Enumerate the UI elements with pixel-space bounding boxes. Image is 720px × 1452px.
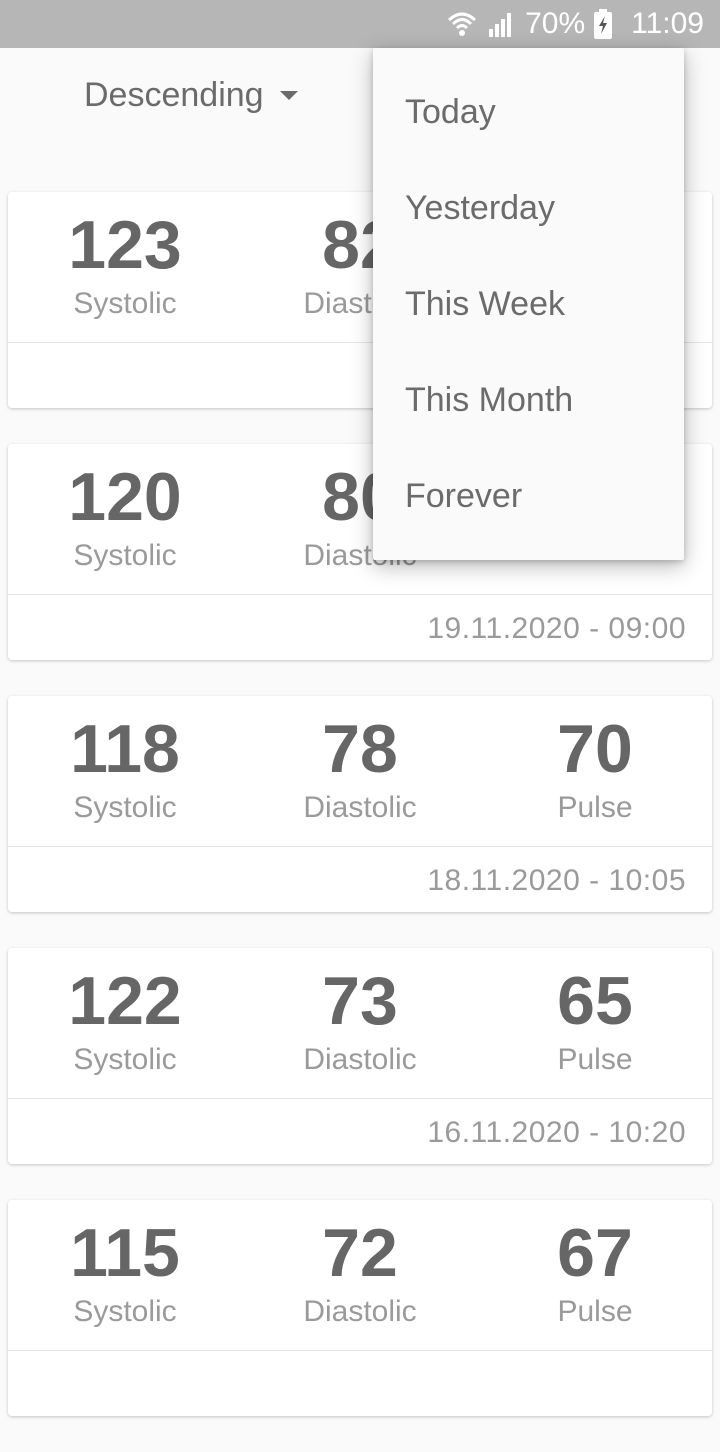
pulse-label: Pulse [557, 1295, 633, 1328]
systolic-label: Systolic [73, 791, 177, 824]
reading-date: 18.11.2020 - 10:05 [427, 864, 686, 897]
systolic-metric: 123 Systolic [8, 206, 245, 324]
systolic-metric: 120 Systolic [8, 458, 245, 576]
reading-metrics: 115 Systolic 72 Diastolic 67 Pulse [8, 1200, 712, 1351]
systolic-value: 123 [68, 207, 182, 283]
signal-icon [487, 11, 515, 37]
menu-item-yesterday[interactable]: Yesterday [373, 160, 684, 256]
diastolic-label: Diastolic [303, 1043, 417, 1076]
menu-item-today[interactable]: Today [373, 64, 684, 160]
reading-card[interactable]: 115 Systolic 72 Diastolic 67 Pulse [8, 1200, 712, 1416]
caret-down-icon [279, 91, 298, 100]
diastolic-metric: 73 Diastolic [240, 962, 480, 1080]
status-bar: 70% 11:09 [0, 0, 720, 48]
reading-card[interactable]: 118 Systolic 78 Diastolic 70 Pulse 18.11… [8, 696, 712, 912]
diastolic-value: 73 [322, 963, 398, 1039]
diastolic-metric: 78 Diastolic [240, 710, 480, 828]
systolic-label: Systolic [73, 539, 177, 572]
reading-card[interactable]: 122 Systolic 73 Diastolic 65 Pulse 16.11… [8, 948, 712, 1164]
reading-date: 16.11.2020 - 10:20 [427, 1116, 686, 1149]
menu-item-this-month[interactable]: This Month [373, 352, 684, 448]
pulse-metric: 67 Pulse [475, 1214, 712, 1332]
systolic-metric: 118 Systolic [8, 710, 245, 828]
menu-item-forever[interactable]: Forever [373, 448, 684, 544]
systolic-value: 118 [70, 711, 180, 787]
sort-order-label: Descending [84, 76, 264, 114]
sort-order-dropdown[interactable]: Descending [84, 76, 298, 115]
pulse-metric: 70 Pulse [475, 710, 712, 828]
wifi-icon [447, 10, 477, 38]
battery-charging-icon [593, 9, 613, 39]
battery-percent: 70% [525, 7, 586, 40]
pulse-value: 67 [557, 1215, 633, 1291]
systolic-label: Systolic [73, 287, 177, 320]
time-filter-menu: Today Yesterday This Week This Month For… [373, 48, 684, 560]
reading-metrics: 118 Systolic 78 Diastolic 70 Pulse [8, 696, 712, 847]
pulse-value: 70 [557, 711, 633, 787]
pulse-label: Pulse [557, 791, 633, 824]
diastolic-label: Diastolic [303, 791, 417, 824]
pulse-value: 65 [557, 963, 633, 1039]
systolic-value: 120 [68, 459, 182, 535]
systolic-metric: 122 Systolic [8, 962, 245, 1080]
systolic-label: Systolic [73, 1295, 177, 1328]
pulse-label: Pulse [557, 1043, 633, 1076]
diastolic-label: Diastolic [303, 1295, 417, 1328]
systolic-value: 115 [70, 1215, 180, 1291]
diastolic-value: 78 [322, 711, 398, 787]
menu-item-this-week[interactable]: This Week [373, 256, 684, 352]
diastolic-metric: 72 Diastolic [240, 1214, 480, 1332]
clock-time: 11:09 [631, 7, 704, 40]
reading-metrics: 122 Systolic 73 Diastolic 65 Pulse [8, 948, 712, 1099]
diastolic-value: 72 [322, 1215, 398, 1291]
pulse-metric: 65 Pulse [475, 962, 712, 1080]
systolic-value: 122 [68, 963, 182, 1039]
systolic-label: Systolic [73, 1043, 177, 1076]
systolic-metric: 115 Systolic [8, 1214, 245, 1332]
reading-date: 19.11.2020 - 09:00 [427, 612, 686, 645]
